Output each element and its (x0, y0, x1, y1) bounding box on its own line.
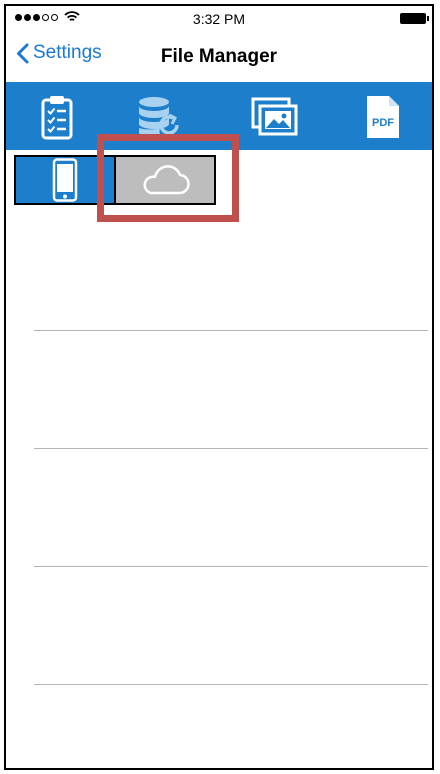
list-divider (34, 566, 428, 567)
back-button-label: Settings (33, 42, 102, 63)
cloud-icon (143, 165, 190, 195)
segment-cloud[interactable] (114, 155, 216, 205)
pdf-file-icon-label: PDF (372, 117, 394, 129)
pdf-file-icon: PDF (367, 96, 399, 138)
toolbar: PDF (6, 82, 432, 150)
phone-icon (52, 158, 78, 202)
status-time: 3:32 PM (192, 11, 246, 27)
app-frame: 3:32 PM Settings File Manager PDF (4, 4, 434, 770)
tool-database-sync-button[interactable] (134, 92, 184, 142)
chevron-left-icon (17, 43, 29, 63)
battery-icon (400, 13, 429, 24)
clipboard-checklist-icon (41, 96, 73, 140)
list-divider (34, 448, 428, 449)
navigation-bar: Settings File Manager (6, 32, 432, 80)
tool-clipboard-button[interactable] (32, 92, 82, 142)
database-sync-icon (139, 97, 179, 138)
segment-device[interactable] (14, 155, 116, 205)
tool-images-button[interactable] (250, 92, 300, 142)
list-divider (34, 330, 428, 331)
tool-pdf-button[interactable]: PDF (358, 92, 408, 142)
list-divider (34, 684, 428, 685)
status-bar: 3:32 PM (6, 6, 432, 32)
images-icon (251, 97, 298, 136)
back-button[interactable]: Settings (16, 42, 102, 64)
